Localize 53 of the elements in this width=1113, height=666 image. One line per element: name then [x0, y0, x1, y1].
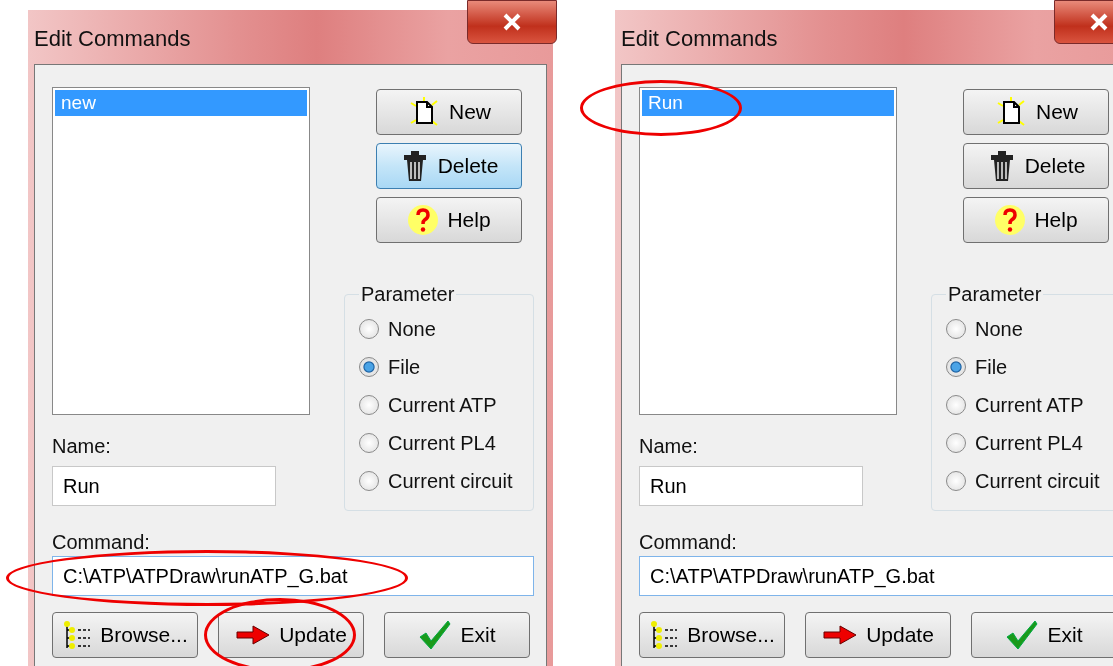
radio-button[interactable] — [359, 395, 379, 415]
checkmark-icon — [1005, 619, 1040, 651]
field-label: Name: — [639, 435, 699, 458]
tree-icon — [649, 620, 680, 650]
radio-button[interactable] — [946, 319, 966, 339]
radio-button[interactable] — [946, 357, 966, 377]
dialog-button[interactable]: Exit — [384, 612, 530, 658]
arrow-icon — [822, 624, 859, 646]
dialog-button[interactable]: Delete — [376, 143, 522, 189]
radio-option[interactable]: Current PL4 — [946, 424, 1110, 462]
radio-button[interactable] — [359, 319, 379, 339]
name-field[interactable]: Run — [52, 466, 276, 506]
radio-option[interactable]: File — [359, 348, 523, 386]
radio-button[interactable] — [359, 433, 379, 453]
radio-button[interactable] — [946, 395, 966, 415]
checkmark-icon — [418, 619, 453, 651]
radio-option[interactable]: Current ATP — [946, 386, 1110, 424]
command-field[interactable]: C:\ATP\ATPDraw\runATP_G.bat — [52, 556, 534, 596]
radio-option[interactable]: None — [946, 310, 1110, 348]
radio-button[interactable] — [359, 357, 379, 377]
close-button[interactable] — [467, 0, 557, 44]
dialog-button[interactable]: New — [963, 89, 1109, 135]
field-label: Command: — [52, 531, 151, 554]
dialog-button[interactable]: Help — [376, 197, 522, 243]
group-title: Parameter — [947, 283, 1043, 306]
dialog-button[interactable]: Browse... — [52, 612, 198, 658]
radio-button[interactable] — [359, 471, 379, 491]
dialog-button[interactable]: Browse... — [639, 612, 785, 658]
radio-option[interactable]: Current PL4 — [359, 424, 523, 462]
field-label: Command: — [639, 531, 738, 554]
dialog-button[interactable]: Exit — [971, 612, 1113, 658]
help-icon — [994, 204, 1027, 236]
group-title: Parameter — [360, 283, 456, 306]
radio-option[interactable]: Current ATP — [359, 386, 523, 424]
name-field[interactable]: Run — [639, 466, 863, 506]
help-icon — [407, 204, 440, 236]
window-title: Edit Commands — [34, 26, 191, 52]
dialog-button[interactable]: New — [376, 89, 522, 135]
command-field[interactable]: C:\ATP\ATPDraw\runATP_G.bat — [639, 556, 1113, 596]
radio-option[interactable]: Current circuit — [359, 462, 523, 500]
window-title: Edit Commands — [621, 26, 778, 52]
radio-option[interactable]: None — [359, 310, 523, 348]
dialog-button[interactable]: Update — [218, 612, 364, 658]
radio-button[interactable] — [946, 471, 966, 491]
radio-button[interactable] — [946, 433, 966, 453]
radio-option[interactable]: Current circuit — [946, 462, 1110, 500]
dialog-button[interactable]: Delete — [963, 143, 1109, 189]
tree-icon — [62, 620, 93, 650]
radio-option[interactable]: File — [946, 348, 1110, 386]
dialog-button[interactable]: Update — [805, 612, 951, 658]
arrow-icon — [235, 624, 272, 646]
dialog-button[interactable]: Help — [963, 197, 1109, 243]
field-label: Name: — [52, 435, 112, 458]
